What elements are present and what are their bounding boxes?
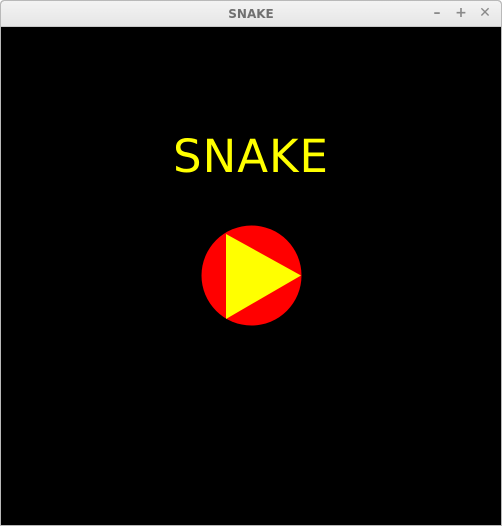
window-title: SNAKE [228, 7, 274, 21]
minimize-button[interactable]: – [428, 4, 446, 22]
play-icon [201, 225, 302, 326]
close-button[interactable]: ✕ [476, 4, 494, 22]
maximize-button[interactable]: + [452, 4, 470, 22]
window-titlebar[interactable]: SNAKE – + ✕ [1, 1, 501, 27]
game-canvas: SNAKE [1, 27, 501, 525]
play-button[interactable] [201, 225, 302, 326]
app-window: SNAKE – + ✕ SNAKE [0, 0, 502, 526]
game-title: SNAKE [173, 130, 329, 183]
